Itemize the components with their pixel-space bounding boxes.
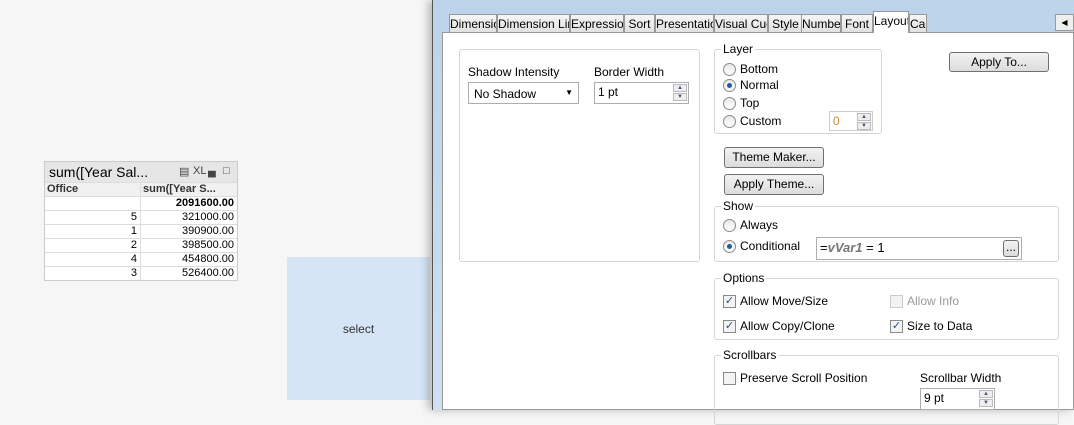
sum-cell: 398500.00 [182, 239, 234, 251]
size-to-data-checkbox[interactable]: ✓ Size to Data [890, 319, 972, 333]
show-label: Show [721, 199, 756, 213]
column-header-office[interactable]: Office [45, 183, 141, 196]
tab-scroll-left-icon[interactable]: ◀ [1055, 14, 1074, 31]
column-header-sum[interactable]: sum([Year S... [141, 183, 237, 196]
layer-normal-radio[interactable]: Normal [723, 78, 779, 92]
show-always-radio[interactable]: Always [723, 218, 778, 232]
tab-style[interactable]: Style [768, 14, 803, 33]
tab-layout[interactable]: Layout [873, 11, 909, 33]
office-cell: 5 [45, 211, 141, 224]
table-row[interactable]: 1 390900.00 [45, 224, 237, 238]
office-cell: 4 [45, 253, 141, 266]
straight-table-object[interactable]: sum([Year Sal... ▤ XL ▄ □ Office sum([Ye… [44, 161, 238, 281]
expression-editor-button[interactable]: ... [1003, 240, 1019, 257]
office-cell: 2 [45, 239, 141, 252]
tab-cap[interactable]: Cap [909, 14, 927, 33]
select-button[interactable]: select [287, 257, 430, 400]
minimize-icon[interactable]: ▄ [208, 165, 216, 177]
options-label: Options [721, 271, 767, 285]
xl-icon[interactable]: XL [193, 165, 206, 177]
tab-visual-cues[interactable]: Visual Cues [714, 14, 768, 33]
layer-custom-radio[interactable]: Custom [723, 114, 781, 128]
tab-expressions[interactable]: Expressions [570, 14, 624, 33]
tab-presentation[interactable]: Presentation [655, 14, 714, 33]
spin-up-icon: ▲ [673, 84, 687, 92]
allow-move-size-checkbox[interactable]: ✓ Allow Move/Size [723, 294, 828, 308]
scrollbars-label: Scrollbars [721, 348, 779, 362]
table-row[interactable]: 2 398500.00 [45, 238, 237, 252]
select-label: select [342, 321, 375, 336]
total-value: 2091600.00 [175, 197, 234, 209]
table-header: Office sum([Year S... [45, 182, 237, 196]
tab-dimensions[interactable]: Dimensions [449, 14, 497, 33]
shadow-intensity-label: Shadow Intensity [468, 65, 560, 79]
table-row[interactable]: 5 321000.00 [45, 210, 237, 224]
chevron-down-icon: ▼ [565, 88, 573, 97]
shadow-border-group [459, 49, 700, 262]
table-row[interactable]: 3 526400.00 [45, 266, 237, 280]
print-icon[interactable]: ▤ [179, 165, 189, 178]
scrollbars-group: Scrollbars [714, 348, 1059, 425]
sum-cell: 390900.00 [182, 225, 234, 237]
preserve-scroll-position-checkbox[interactable]: Preserve Scroll Position [723, 371, 867, 385]
table-row[interactable]: 4 454800.00 [45, 252, 237, 266]
theme-maker-button[interactable]: Theme Maker... [724, 147, 824, 168]
table-title: sum([Year Sal... [49, 164, 149, 180]
border-width-input[interactable]: 1 pt ▲ ▼ [594, 82, 689, 104]
total-row: 2091600.00 [45, 196, 237, 210]
conditional-expression-input[interactable]: =vVar1 = 1 [816, 237, 1022, 260]
layer-top-radio[interactable]: Top [723, 96, 759, 110]
shadow-intensity-select[interactable]: No Shadow ▼ [468, 82, 579, 104]
sum-cell: 454800.00 [182, 253, 234, 265]
layer-custom-input[interactable]: 0 ▲ ▼ [829, 111, 873, 131]
sum-cell: 321000.00 [182, 211, 234, 223]
apply-to-button[interactable]: Apply To... [949, 52, 1049, 72]
tab-dimension-limits[interactable]: Dimension Limits [497, 14, 570, 33]
border-width-label: Border Width [594, 65, 665, 79]
table-caption[interactable]: sum([Year Sal... ▤ XL ▄ □ [45, 162, 237, 182]
sum-cell: 526400.00 [182, 267, 234, 279]
scrollbar-width-input[interactable]: 9 pt ▲ ▼ [920, 388, 995, 410]
apply-theme-button[interactable]: Apply Theme... [724, 174, 824, 195]
maximize-icon[interactable]: □ [223, 165, 230, 177]
show-conditional-radio[interactable]: Conditional [723, 239, 800, 253]
tab-number[interactable]: Number [801, 14, 841, 33]
office-cell: 1 [45, 225, 141, 238]
layer-label: Layer [721, 42, 756, 56]
tab-sort[interactable]: Sort [624, 14, 655, 33]
layer-bottom-radio[interactable]: Bottom [723, 62, 778, 76]
spin-down-icon: ▼ [673, 93, 687, 101]
allow-info-checkbox[interactable]: Allow Info [890, 294, 959, 308]
tab-font[interactable]: Font [841, 14, 873, 33]
office-cell: 3 [45, 267, 141, 280]
allow-copy-clone-checkbox[interactable]: ✓ Allow Copy/Clone [723, 319, 835, 333]
scrollbar-width-label: Scrollbar Width [920, 371, 1002, 385]
